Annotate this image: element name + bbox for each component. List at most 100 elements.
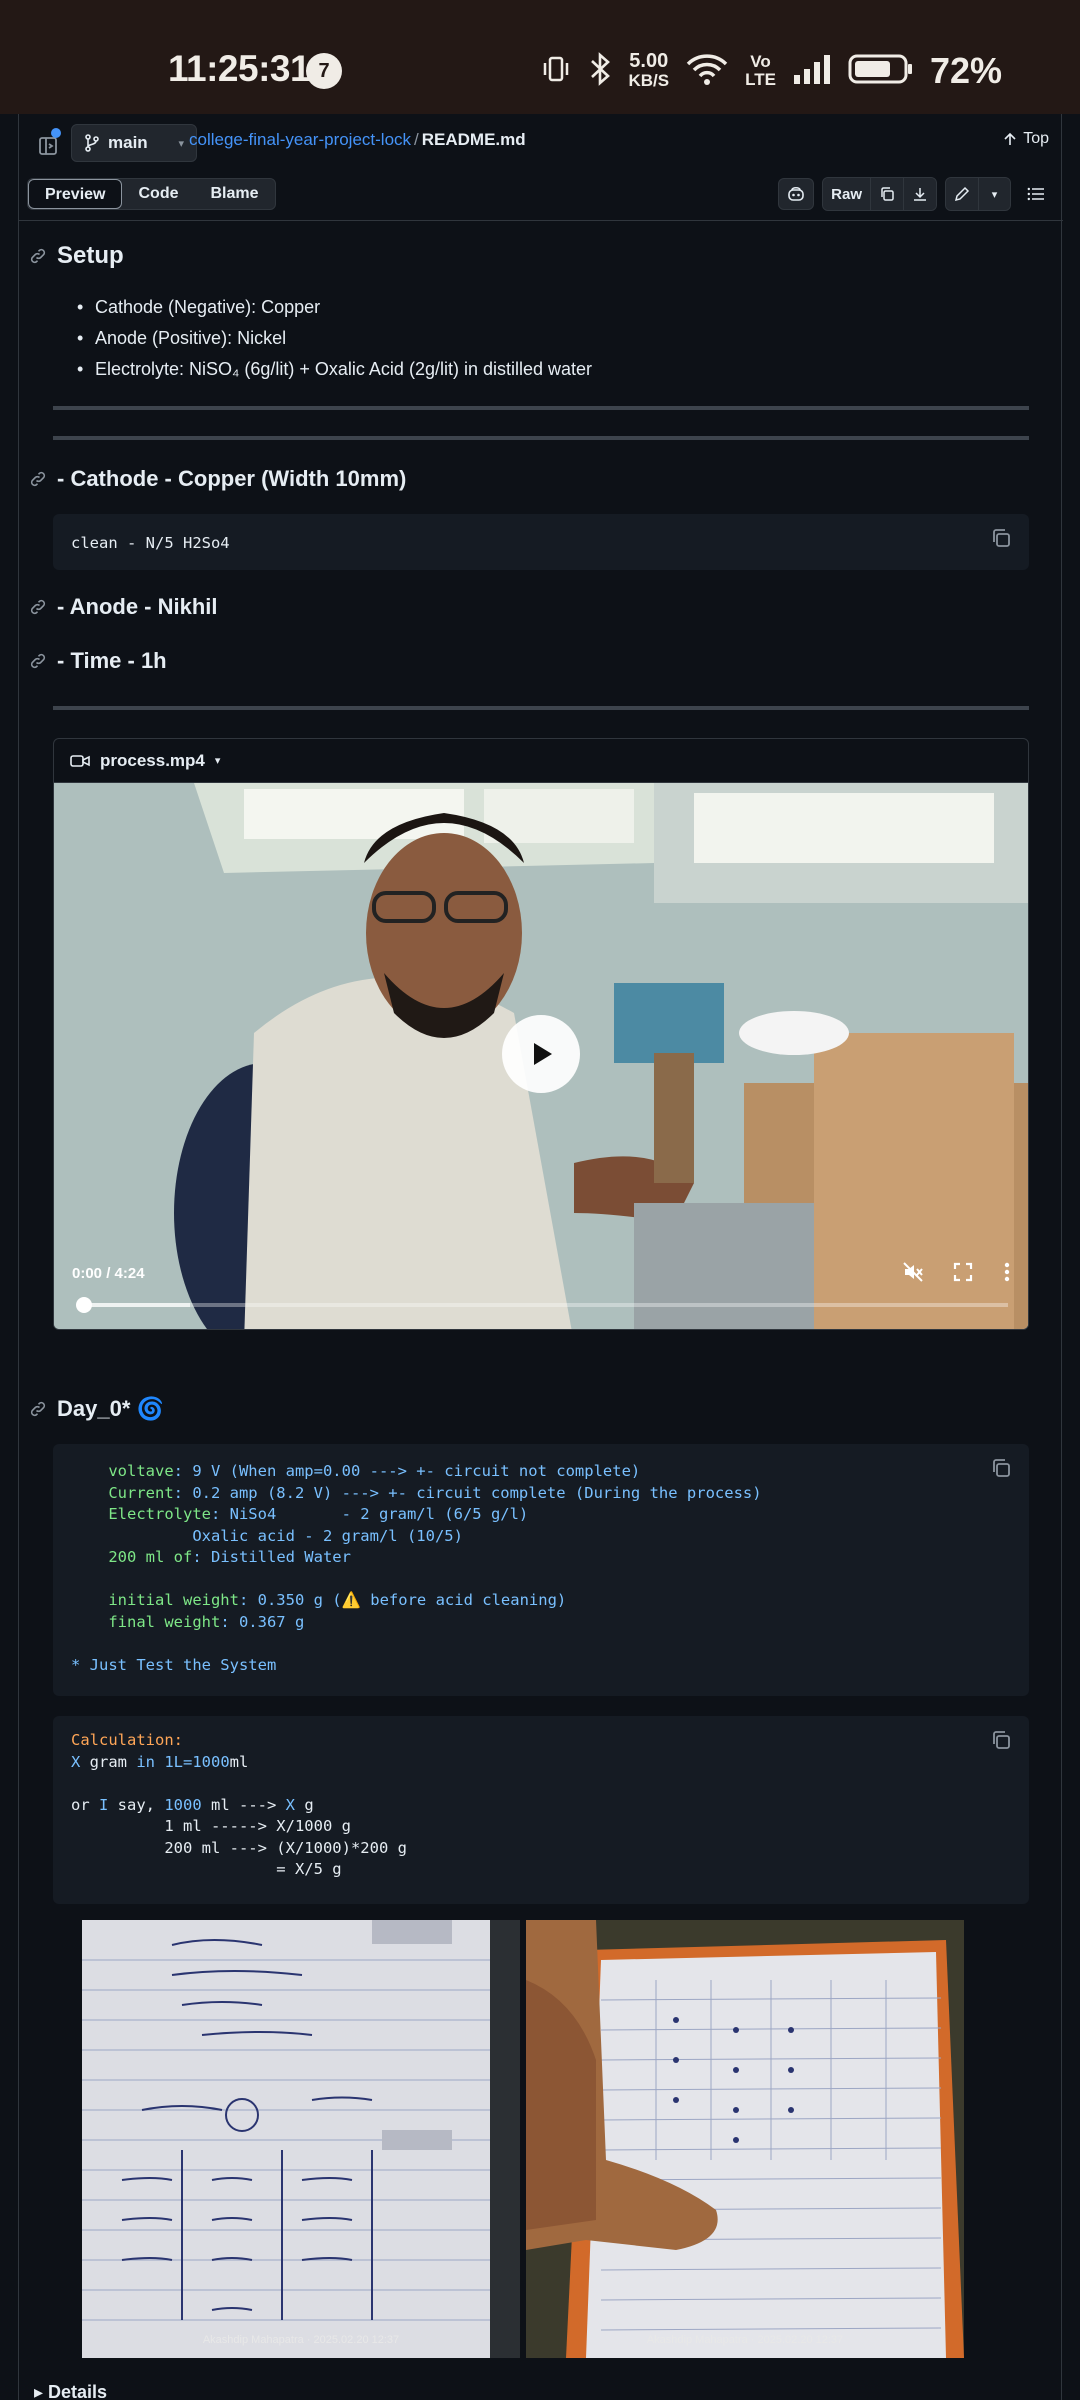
- list-item: Anode (Positive): Nickel: [75, 323, 592, 354]
- heading-day0: Day_0* 🌀: [29, 1396, 164, 1422]
- video-progress-track[interactable]: [78, 1303, 1008, 1307]
- code-line: Calculation:: [71, 1731, 183, 1749]
- raw-button-group: Raw: [822, 177, 937, 211]
- code-line: clean - N/5 H2So4: [71, 534, 230, 552]
- copilot-button[interactable]: [778, 178, 815, 210]
- anchor-link-icon[interactable]: [29, 247, 47, 265]
- code-value: : Distilled Water: [192, 1548, 351, 1566]
- video-buffer-bar: [78, 1303, 190, 1307]
- play-button[interactable]: [502, 1015, 580, 1093]
- code-token: 1000: [164, 1795, 202, 1814]
- code-token: gram: [80, 1752, 137, 1771]
- horizontal-rule: [53, 706, 1029, 710]
- tab-preview[interactable]: Preview: [28, 179, 123, 209]
- file-header: main ▾ college-final-year-project-lock / R…: [18, 114, 1062, 220]
- tab-code[interactable]: Code: [122, 179, 194, 209]
- anchor-link-icon[interactable]: [29, 1400, 47, 1418]
- edit-button[interactable]: [946, 178, 978, 210]
- code-comment: * Just Test the System: [71, 1655, 277, 1674]
- code-line: 1 ml -----> X/1000 g: [71, 1817, 351, 1835]
- video-progress-thumb[interactable]: [76, 1297, 92, 1313]
- copy-raw-button[interactable]: [870, 178, 903, 210]
- code-value: : NiSo4 - 2 gram/l (6/5 g/l): [210, 1505, 529, 1523]
- outline-button[interactable]: [1019, 178, 1053, 210]
- notification-count-badge: 7: [306, 53, 342, 89]
- arrow-up-icon: [1004, 132, 1016, 145]
- view-tabs: Preview Code Blame: [27, 178, 276, 210]
- code-line: = X/5 g: [71, 1860, 342, 1878]
- notebook-photo-left[interactable]: Akashdip Mahapatra · 2025.02.20 12:37: [82, 1920, 520, 2358]
- code-block-day0: voltave: 9 V (When amp=0.00 ---> +- circ…: [53, 1444, 1029, 1696]
- code-line: X gram in 1L=1000ml: [71, 1752, 1011, 1774]
- network-speed-value: 5.00: [629, 50, 669, 72]
- branch-name: main: [108, 133, 148, 152]
- heading-cathode: - Cathode - Copper (Width 10mm): [29, 466, 406, 492]
- anchor-link-icon[interactable]: [29, 470, 47, 488]
- day0-title: Day_0* 🌀: [57, 1396, 164, 1421]
- notebook-photos: Akashdip Mahapatra · 2025.02.20 12:37 Ak…: [82, 1920, 964, 2358]
- code-line: Oxalic acid - 2 gram/l (10/5): [71, 1526, 463, 1545]
- top-label: Top: [1023, 130, 1049, 147]
- copilot-icon: [788, 186, 804, 201]
- anchor-link-icon[interactable]: [29, 598, 47, 616]
- video-controls: [902, 1261, 1012, 1283]
- code-key: voltave: [108, 1462, 174, 1480]
- code-key: Current: [108, 1483, 174, 1502]
- code-line: Current: 0.2 amp (8.2 V) ---> +- circuit…: [71, 1483, 1011, 1505]
- code-token: g: [295, 1795, 314, 1814]
- sidepanel-toggle-button[interactable]: [31, 128, 67, 164]
- code-token: ml: [229, 1752, 249, 1771]
- code-line: 200 ml ---> (X/1000)*200 g: [71, 1838, 407, 1857]
- setup-title: Setup: [57, 242, 124, 269]
- notebook-page-image: [526, 1920, 964, 2358]
- photo-caption: Akashdip Mahapatra · 2025.02.20 12:37: [646, 2334, 844, 2346]
- more-options-icon[interactable]: [1002, 1261, 1012, 1283]
- list-item: Cathode (Negative): Copper: [75, 292, 592, 323]
- tab-blame[interactable]: Blame: [194, 179, 274, 209]
- code-line: 200 ml of: Distilled Water: [71, 1547, 1011, 1569]
- list-item: Electrolyte: NiSO₄ (6g/lit) + Oxalic Aci…: [75, 354, 592, 385]
- download-button[interactable]: [903, 178, 936, 210]
- copy-icon[interactable]: [989, 526, 1013, 550]
- file-toolbar: Raw ▾: [778, 177, 1053, 211]
- volte-indicator: Vo LTE: [745, 53, 776, 89]
- code-token: say,: [108, 1795, 165, 1814]
- video-file-header[interactable]: process.mp4 ▾: [54, 739, 1028, 783]
- code-key: initial weight: [108, 1591, 239, 1609]
- photo-caption: Akashdip Mahapatra · 2025.02.20 12:37: [202, 2334, 400, 2346]
- code-token: I: [99, 1795, 109, 1814]
- code-token: in: [136, 1752, 156, 1771]
- anode-title: - Anode - Nikhil: [57, 594, 218, 619]
- edit-options-button[interactable]: ▾: [978, 178, 1010, 210]
- edit-button-group: ▾: [945, 177, 1011, 211]
- anchor-link-icon[interactable]: [29, 652, 47, 670]
- code-block-calculation: Calculation: X gram in 1L=1000ml or I sa…: [53, 1716, 1029, 1904]
- mute-icon[interactable]: [902, 1261, 924, 1283]
- status-icons: 5.00 KB/S Vo LTE 72%: [540, 46, 1002, 96]
- code-line: voltave: 9 V (When amp=0.00 ---> +- circ…: [71, 1461, 1011, 1483]
- branch-icon: [85, 134, 99, 152]
- raw-button[interactable]: Raw: [823, 178, 870, 210]
- code-key: final weight: [108, 1612, 221, 1631]
- branch-selector[interactable]: main ▾: [71, 124, 197, 162]
- code-token: ml --->: [201, 1795, 286, 1814]
- copy-icon[interactable]: [989, 1728, 1013, 1752]
- video-attachment: process.mp4 ▾ 0:00 / 4:24: [53, 738, 1029, 1330]
- battery-percent: 72%: [929, 50, 1002, 91]
- wifi-icon: [685, 52, 729, 91]
- fullscreen-icon[interactable]: [952, 1261, 974, 1283]
- time-title: - Time - 1h: [57, 648, 167, 673]
- video-player[interactable]: 0:00 / 4:24: [54, 783, 1028, 1329]
- chevron-down-icon: ▾: [214, 755, 221, 767]
- bluetooth-icon: [588, 51, 612, 91]
- signal-icon: [792, 53, 832, 90]
- chevron-down-icon: ▾: [991, 188, 998, 201]
- notebook-photo-right[interactable]: Akashdip Mahapatra · 2025.02.20 12:37: [526, 1920, 964, 2358]
- copy-icon[interactable]: [989, 1456, 1013, 1480]
- repo-link[interactable]: college-final-year-project-lock: [189, 130, 411, 149]
- top-button[interactable]: Top: [1003, 130, 1049, 148]
- details-toggle[interactable]: ▸ Details: [34, 2382, 107, 2400]
- code-token: X: [285, 1795, 296, 1814]
- list-icon: [1027, 187, 1044, 201]
